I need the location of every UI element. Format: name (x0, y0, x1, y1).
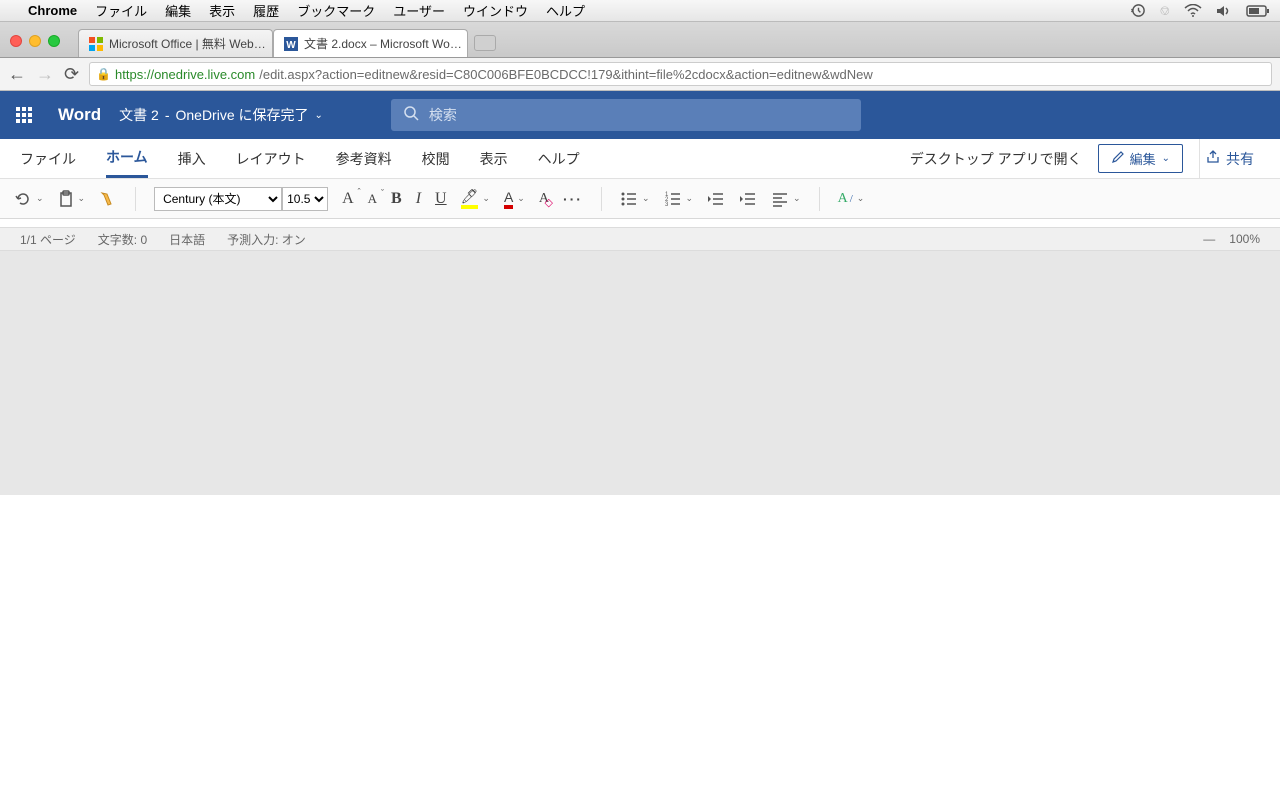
format-painter-button[interactable] (99, 190, 117, 208)
mac-menu-file[interactable]: ファイル (95, 1, 147, 20)
address-bar[interactable]: 🔒 https://onedrive.live.com/edit.aspx?ac… (89, 62, 1272, 86)
separator (135, 187, 136, 211)
word-favicon-icon: W (284, 37, 298, 51)
document-name: 文書 2 (119, 105, 159, 125)
search-input[interactable] (429, 107, 849, 123)
status-bar: 1/1 ページ 文字数: 0 日本語 予測入力: オン — 100% (0, 227, 1280, 251)
zoom-window-button[interactable] (48, 35, 60, 47)
paste-button[interactable]: ⌄ (58, 190, 86, 208)
svg-text:W: W (286, 40, 296, 51)
edit-label: 編集 (1130, 149, 1156, 168)
tab-review[interactable]: 校閲 (422, 141, 450, 177)
editing-mode-button[interactable]: 編集 ⌄ (1098, 144, 1183, 173)
tab-file[interactable]: ファイル (20, 141, 76, 177)
mac-menubar: Chrome ファイル 編集 表示 履歴 ブックマーク ユーザー ウインドウ ヘ… (0, 0, 1280, 22)
decrease-indent-button[interactable] (707, 191, 725, 207)
more-font-button[interactable]: ··· (563, 191, 583, 207)
share-label: 共有 (1226, 149, 1254, 169)
language-status[interactable]: 日本語 (169, 231, 205, 248)
numbering-button[interactable]: 123⌄ (664, 191, 694, 207)
document-title-area[interactable]: 文書 2 - OneDrive に保存完了 ⌄ (119, 105, 323, 125)
bold-button[interactable]: B (391, 190, 402, 208)
font-family-select[interactable]: Century (本文) (154, 187, 282, 211)
minimize-window-button[interactable] (29, 35, 41, 47)
save-status: OneDrive に保存完了 (175, 105, 308, 125)
battery-icon[interactable] (1246, 5, 1270, 17)
mac-menu-window[interactable]: ウインドウ (463, 1, 528, 20)
increase-indent-button[interactable] (739, 191, 757, 207)
mac-menu-history[interactable]: 履歴 (253, 1, 279, 20)
new-tab-button[interactable] (474, 35, 496, 51)
predictive-input-status[interactable]: 予測入力: オン (227, 231, 306, 248)
zoom-level[interactable]: 100% (1229, 232, 1260, 246)
tab-title: Microsoft Office | 無料 Web… (109, 35, 266, 52)
forward-button[interactable]: → (36, 64, 54, 85)
tab-view[interactable]: 表示 (480, 141, 508, 177)
bullets-button[interactable]: ⌄ (620, 191, 650, 207)
chevron-down-icon: ⌄ (315, 110, 323, 121)
font-color-button[interactable]: A⌄ (504, 189, 525, 209)
shrink-font-button[interactable]: Aˇ (368, 191, 377, 207)
grow-font-button[interactable]: Aˆ (342, 190, 354, 208)
chrome-tabstrip: Microsoft Office | 無料 Web… × W 文書 2.docx… (0, 22, 1280, 58)
pencil-icon (1111, 151, 1124, 167)
document-canvas[interactable] (0, 219, 1280, 227)
time-machine-icon[interactable] (1131, 3, 1146, 18)
chevron-down-icon: ⌄ (1162, 153, 1170, 164)
tab-help[interactable]: ヘルプ (538, 141, 580, 177)
url-path: /edit.aspx?action=editnew&resid=C80C006B… (259, 67, 873, 82)
search-icon (403, 105, 419, 126)
word-count[interactable]: 文字数: 0 (98, 231, 147, 248)
tab-layout[interactable]: レイアウト (236, 141, 306, 177)
browser-tab-word-doc[interactable]: W 文書 2.docx – Microsoft Wo… × (273, 29, 468, 57)
open-in-desktop-button[interactable]: デスクトップ アプリで開く (910, 141, 1082, 177)
clear-formatting-button[interactable]: A◇ (539, 191, 549, 207)
reload-button[interactable]: ⟳ (64, 64, 79, 85)
ribbon-tabs: ファイル ホーム 挿入 レイアウト 参考資料 校閲 表示 ヘルプ デスクトップ … (0, 139, 1280, 179)
back-button[interactable]: ← (8, 64, 26, 85)
home-toolbar: ⌄ ⌄ Century (本文) 10.5 Aˆ Aˇ B I U 🖊⌄ A⌄ … (0, 179, 1280, 219)
lock-icon: 🔒 (96, 67, 111, 81)
highlight-color-button[interactable]: 🖊⌄ (461, 188, 490, 209)
word-suite-header: Word 文書 2 - OneDrive に保存完了 ⌄ (0, 91, 1280, 139)
volume-icon[interactable] (1216, 4, 1232, 18)
browser-tab-office[interactable]: Microsoft Office | 無料 Web… × (78, 29, 273, 57)
share-icon (1206, 150, 1220, 167)
wifi-icon[interactable] (1184, 4, 1202, 18)
share-button[interactable]: 共有 (1199, 139, 1260, 179)
styles-button[interactable]: A/⌄ (838, 191, 865, 207)
svg-text:3: 3 (665, 202, 669, 207)
search-box[interactable] (391, 99, 861, 131)
separator (601, 187, 602, 211)
mac-menu-help[interactable]: ヘルプ (546, 1, 585, 20)
mac-menu-bookmarks[interactable]: ブックマーク (297, 1, 375, 20)
app-name-word[interactable]: Word (58, 105, 101, 125)
zoom-out-button[interactable]: — (1203, 232, 1215, 246)
mac-menu-view[interactable]: 表示 (209, 1, 235, 20)
mac-menu-edit[interactable]: 編集 (165, 1, 191, 20)
font-size-select[interactable]: 10.5 (282, 187, 328, 211)
italic-button[interactable]: I (416, 190, 421, 208)
tab-title: 文書 2.docx – Microsoft Wo… (304, 35, 462, 52)
separator (819, 187, 820, 211)
tab-insert[interactable]: 挿入 (178, 141, 206, 177)
app-launcher-icon[interactable] (8, 99, 40, 131)
mac-menu-users[interactable]: ユーザー (393, 1, 445, 20)
office-favicon-icon (89, 37, 103, 51)
close-window-button[interactable] (10, 35, 22, 47)
empty-area (0, 251, 1280, 495)
underline-button[interactable]: U (435, 190, 447, 208)
browser-app-name[interactable]: Chrome (28, 3, 77, 18)
window-controls (10, 35, 60, 47)
undo-button[interactable]: ⌄ (14, 190, 44, 208)
chrome-toolbar: ← → ⟳ 🔒 https://onedrive.live.com/edit.a… (0, 58, 1280, 91)
bluetooth-icon[interactable]: ⎊ (1160, 3, 1170, 19)
tab-home[interactable]: ホーム (106, 139, 148, 178)
url-origin: https://onedrive.live.com (115, 67, 255, 82)
tab-references[interactable]: 参考資料 (336, 141, 392, 177)
align-button[interactable]: ⌄ (771, 191, 801, 207)
page-count[interactable]: 1/1 ページ (20, 231, 76, 248)
